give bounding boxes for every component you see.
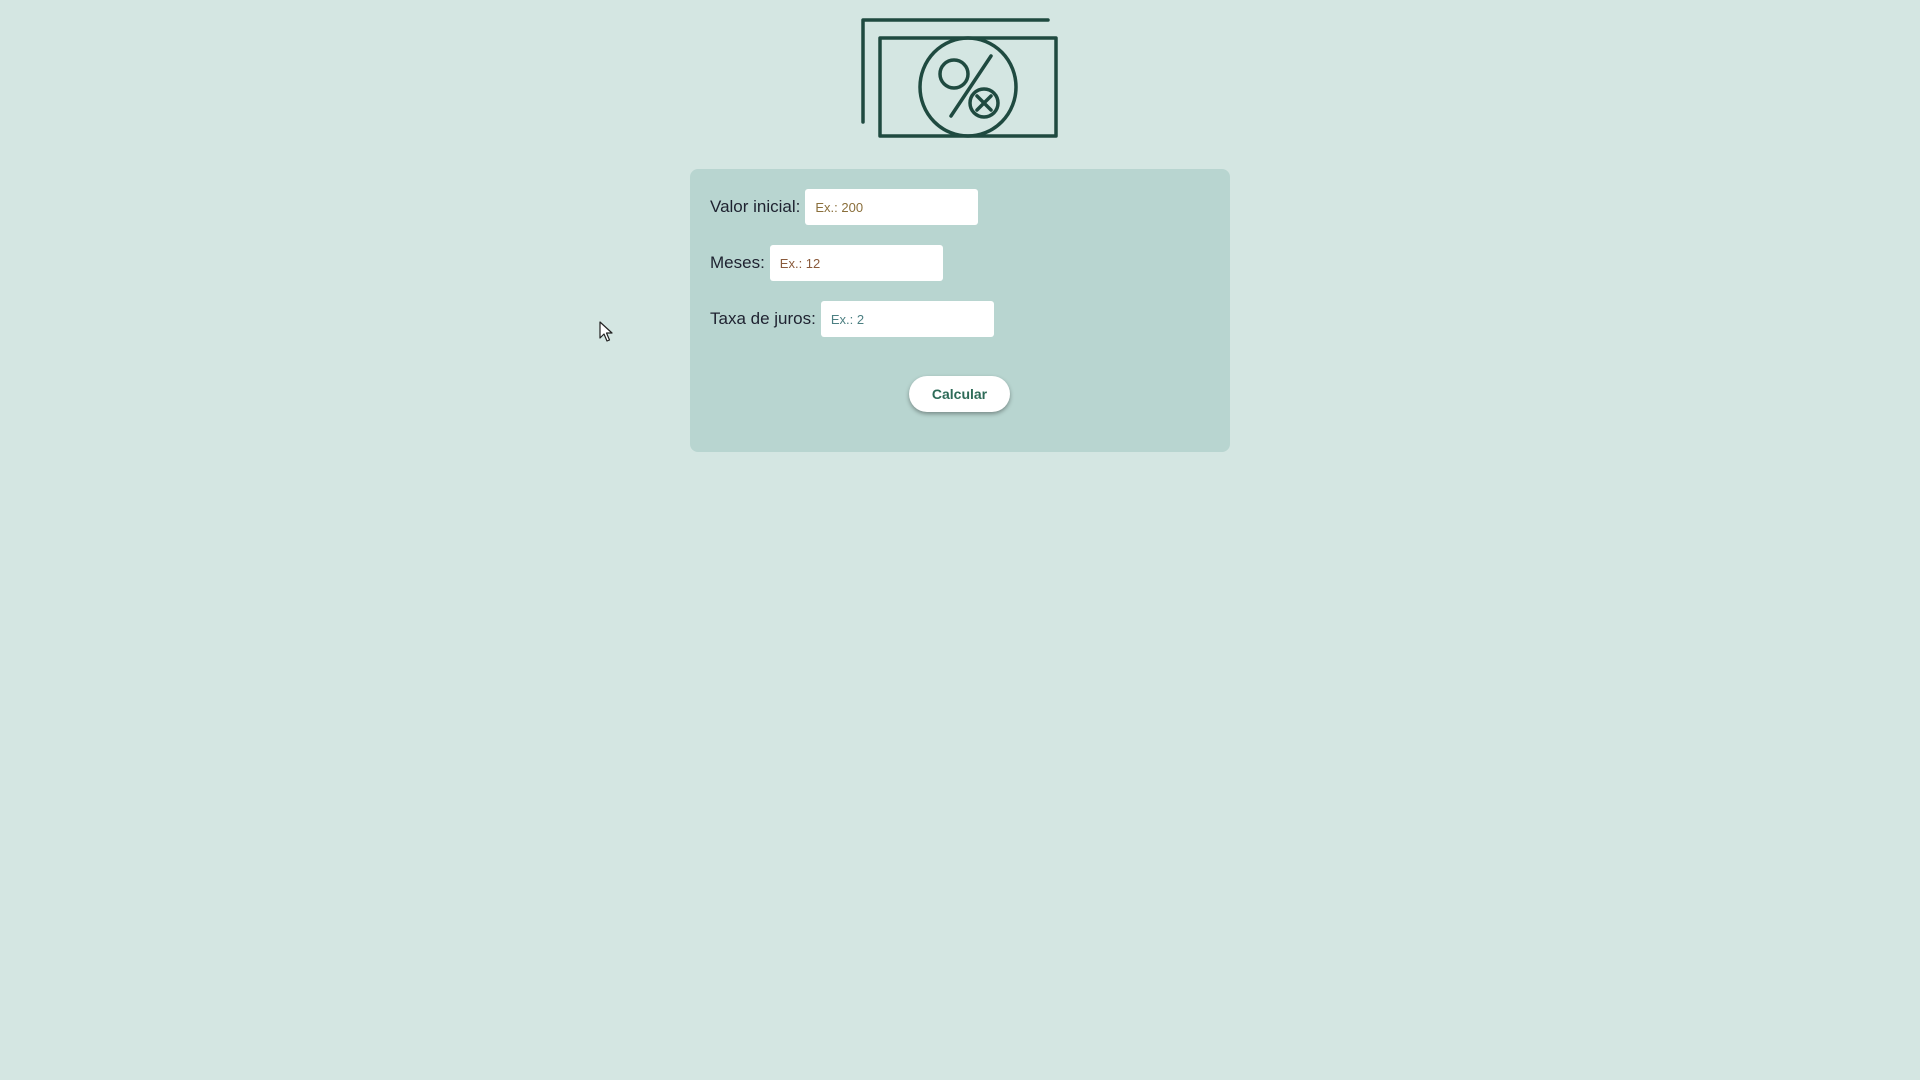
months-label: Meses: xyxy=(710,253,765,272)
initial-value-input[interactable] xyxy=(805,189,979,225)
interest-rate-label: Taxa de juros: xyxy=(710,309,816,328)
money-bill-percent-icon xyxy=(860,18,1060,140)
months-input[interactable] xyxy=(769,245,943,281)
calculate-button[interactable]: Calcular xyxy=(909,376,1010,412)
months-row: Meses: xyxy=(710,245,943,281)
interest-rate-input[interactable] xyxy=(820,301,994,337)
initial-value-label: Valor inicial: xyxy=(710,197,801,216)
mouse-pointer-icon xyxy=(599,321,613,343)
initial-value-row: Valor inicial: xyxy=(710,189,979,225)
interest-rate-row: Taxa de juros: xyxy=(710,301,994,337)
page: Valor inicial: Meses: Taxa de juros: Cal… xyxy=(0,0,1920,1080)
calculator-form: Valor inicial: Meses: Taxa de juros: Cal… xyxy=(690,169,1230,452)
